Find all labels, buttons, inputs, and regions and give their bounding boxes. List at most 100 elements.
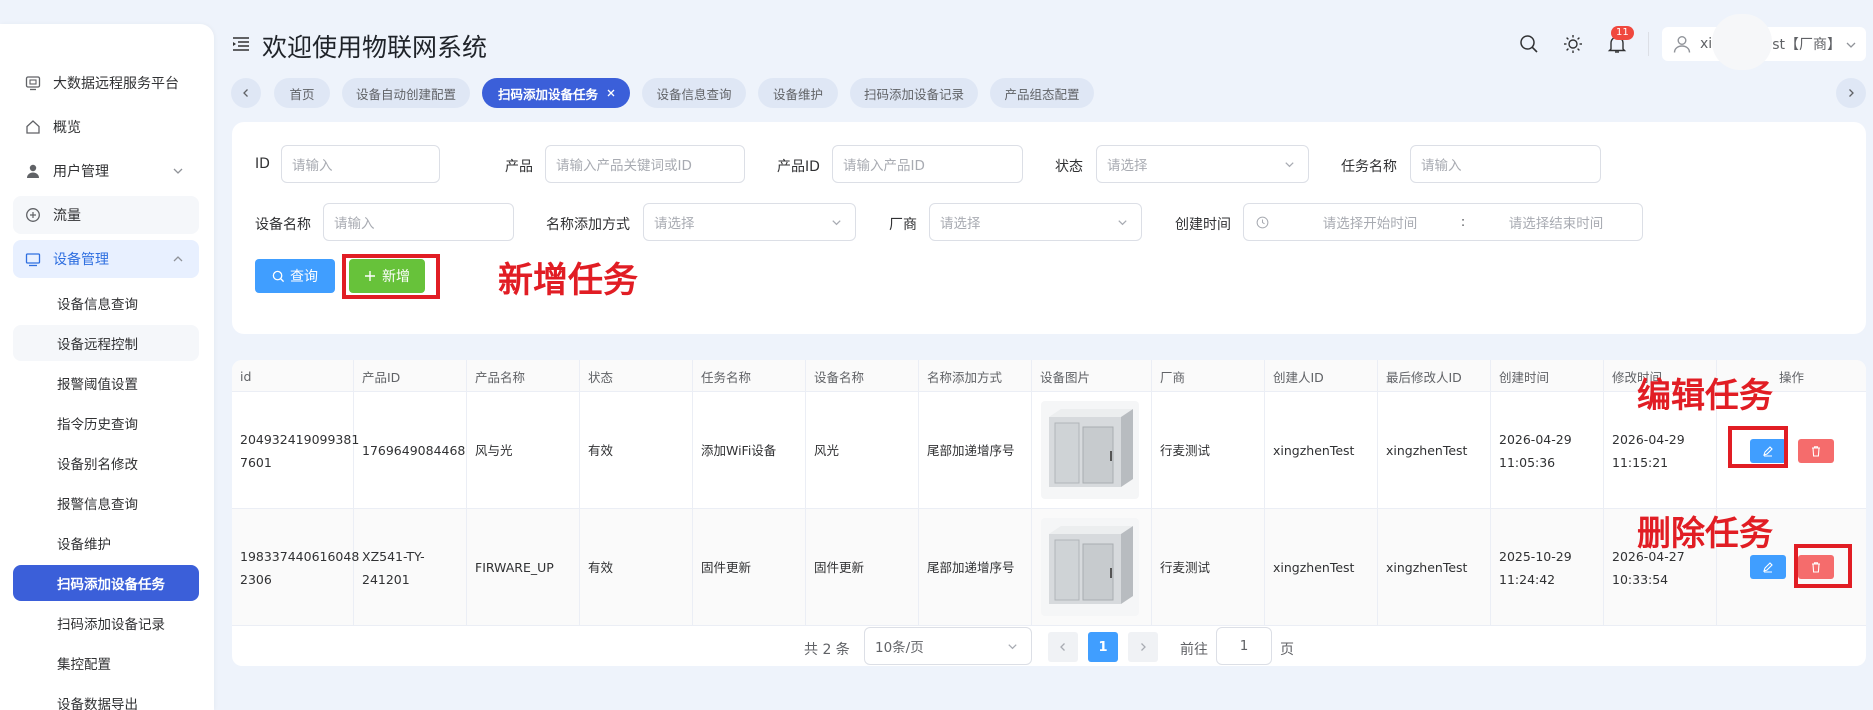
sidebar-item-traffic[interactable]: 流量 [13, 196, 199, 234]
home-icon [25, 119, 41, 135]
search-icon [272, 270, 285, 283]
search-icon[interactable] [1518, 33, 1540, 55]
status-select[interactable]: 请选择 [1096, 145, 1309, 183]
clock-icon [1256, 216, 1269, 229]
col-header: 创建人ID [1265, 360, 1378, 392]
page-prev-button[interactable] [1048, 632, 1078, 662]
query-button[interactable]: 查询 [255, 259, 335, 293]
sidebar-sub-item-active[interactable]: 扫码添加设备任务 [13, 565, 199, 601]
avatar [1712, 14, 1772, 70]
page-next-button[interactable] [1128, 632, 1158, 662]
username-prefix: xi [1700, 36, 1713, 52]
vendor-label: 厂商 [889, 217, 917, 233]
sidebar-sub-item[interactable]: 指令历史查询 [13, 405, 199, 441]
cell-product-name: FIRWARE_UP [467, 509, 580, 626]
task-name-input[interactable]: 请输入 [1410, 145, 1601, 183]
goto-suffix: 页 [1280, 642, 1294, 658]
id-input[interactable]: 请输入 [281, 145, 440, 183]
user-icon [25, 163, 41, 179]
cell-modifier: xingzhenTest [1378, 392, 1491, 509]
cell-naming: 尾部加递增序号 [919, 392, 1032, 509]
tab-prev-button[interactable] [231, 78, 261, 108]
edit-button[interactable] [1750, 555, 1786, 579]
naming-placeholder: 请选择 [654, 216, 695, 232]
col-header: 最后修改人ID [1378, 360, 1491, 392]
query-label: 查询 [290, 269, 318, 285]
goto-page-input[interactable]: 1 [1216, 627, 1272, 665]
sidebar-label: 用户管理 [53, 164, 109, 180]
cell-text: 11:05:36 [1499, 454, 1556, 470]
annotation-add-task: 新增任务 [498, 261, 639, 301]
traffic-icon [25, 207, 41, 223]
cell-product-id: XZ541-TY- 241201 [354, 509, 467, 626]
vendor-placeholder: 请选择 [940, 216, 981, 232]
sidebar-item-platform[interactable]: 大数据远程服务平台 [13, 64, 199, 102]
cell-status: 有效 [580, 392, 693, 509]
tab-device-info[interactable]: 设备信息查询 [642, 78, 746, 108]
sidebar-sub-item[interactable]: 集控配置 [13, 645, 199, 681]
menu-toggle-icon[interactable] [232, 36, 250, 52]
cell-id: 198337440616048 2306 [232, 509, 359, 626]
annotation-box-delete [1794, 544, 1852, 588]
start-date-placeholder[interactable]: 请选择开始时间 [1295, 212, 1445, 232]
close-icon[interactable] [606, 88, 616, 98]
product-id-input[interactable]: 请输入产品ID [832, 145, 1023, 183]
delete-button[interactable] [1798, 439, 1834, 463]
tab-auto-create[interactable]: 设备自动创建配置 [342, 78, 470, 108]
username-suffix: st【厂商】 [1772, 37, 1841, 53]
sidebar-label: 设备管理 [53, 252, 109, 268]
tab-scan-task[interactable]: 扫码添加设备任务 [482, 78, 630, 108]
col-header: 产品ID [354, 360, 467, 392]
tab-next-button[interactable] [1836, 78, 1866, 108]
cell-vendor: 行麦测试 [1152, 392, 1265, 509]
sun-icon[interactable] [1562, 33, 1584, 55]
tab-home[interactable]: 首页 [274, 78, 330, 108]
page-size-select[interactable]: 10条/页 [864, 627, 1032, 665]
product-input[interactable]: 请输入产品关键词或ID [545, 145, 745, 183]
cell-created: 2026-04-29 11:05:36 [1491, 392, 1604, 509]
tab-device-maint[interactable]: 设备维护 [758, 78, 838, 108]
chevron-down-icon [171, 164, 185, 178]
device-name-label: 设备名称 [255, 217, 311, 233]
device-name-input[interactable]: 请输入 [323, 203, 514, 241]
col-header: 创建时间 [1491, 360, 1604, 392]
range-separator: : [1460, 214, 1466, 230]
page-number-current[interactable]: 1 [1088, 632, 1118, 662]
date-range-picker[interactable]: 请选择开始时间 : 请选择结束时间 [1243, 203, 1643, 241]
sidebar: 大数据远程服务平台 概览 用户管理 流量 设备管理 设备信息查询 设备远程控制 … [0, 24, 214, 710]
cell-product-id: 1769649084468 [354, 392, 467, 509]
col-header: 名称添加方式 [919, 360, 1032, 392]
cold-room-image [1049, 526, 1133, 604]
sidebar-sub-item[interactable]: 报警信息查询 [13, 485, 199, 521]
cell-task-name: 固件更新 [693, 509, 806, 626]
sidebar-sub-item[interactable]: 设备信息查询 [13, 285, 199, 321]
col-header: 设备名称 [806, 360, 919, 392]
cell-created: 2025-10-29 11:24:42 [1491, 509, 1604, 626]
sidebar-sub-item[interactable]: 设备维护 [13, 525, 199, 561]
created-label: 创建时间 [1175, 217, 1231, 233]
sidebar-item-users[interactable]: 用户管理 [13, 152, 199, 190]
sidebar-item-device-mgmt[interactable]: 设备管理 [13, 240, 199, 278]
chevron-down-icon [1283, 158, 1296, 171]
sidebar-sub-item[interactable]: 设备远程控制 [13, 325, 199, 361]
cell-naming: 尾部加递增序号 [919, 509, 1032, 626]
sidebar-sub-item[interactable]: 设备数据导出 [13, 685, 199, 710]
device-image[interactable] [1041, 518, 1139, 616]
annotation-edit-task: 编辑任务 [1637, 376, 1773, 416]
sidebar-sub-item[interactable]: 报警阈值设置 [13, 365, 199, 401]
cell-text: 11:15:21 [1612, 454, 1669, 470]
naming-select[interactable]: 请选择 [643, 203, 856, 241]
tab-scan-record[interactable]: 扫码添加设备记录 [850, 78, 978, 108]
sidebar-sub-item[interactable]: 设备别名修改 [13, 445, 199, 481]
sidebar-item-overview[interactable]: 概览 [13, 108, 199, 146]
cell-creator: xingzhenTest [1265, 392, 1378, 509]
monitor-icon [25, 75, 41, 91]
trash-icon [1810, 445, 1822, 457]
tab-product-config[interactable]: 产品组态配置 [990, 78, 1094, 108]
sidebar-sub-item[interactable]: 扫码添加设备记录 [13, 605, 199, 641]
cold-room-image [1049, 409, 1133, 487]
device-image[interactable] [1041, 401, 1139, 499]
vendor-select[interactable]: 请选择 [929, 203, 1142, 241]
end-date-placeholder[interactable]: 请选择结束时间 [1481, 212, 1631, 232]
col-header: 设备图片 [1032, 360, 1152, 392]
